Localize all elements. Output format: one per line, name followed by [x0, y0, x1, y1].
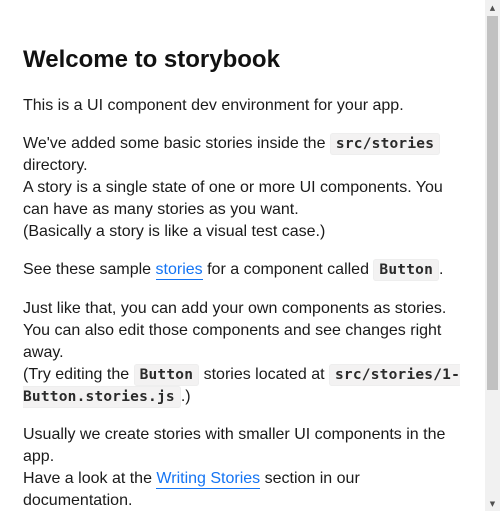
smaller-components-text: Usually we create stories with smaller U… [23, 426, 446, 465]
button-stories-code: Button [133, 364, 200, 386]
stories-location-text: We've added some basic stories inside th… [23, 135, 330, 152]
stories-dir-code: src/stories [329, 133, 441, 155]
add-components-paragraph: Just like that, you can add your own com… [23, 298, 463, 408]
scroll-up-icon[interactable]: ▲ [485, 0, 500, 15]
sample-stories-text: See these sample [23, 261, 156, 278]
visual-test-case-text: (Basically a story is like a visual test… [23, 223, 326, 240]
period-text: . [439, 261, 444, 278]
add-components-text: Just like that, you can add your own com… [23, 300, 447, 317]
story-definition-text: A story is a single state of one or more… [23, 179, 443, 218]
edit-components-text: You can also edit those components and s… [23, 322, 442, 361]
stories-location-paragraph: We've added some basic stories inside th… [23, 133, 463, 243]
sample-stories-paragraph: See these sample stories for a component… [23, 259, 463, 281]
closing-paren-text: .) [180, 388, 191, 405]
button-component-code: Button [373, 259, 440, 281]
stories-link[interactable]: stories [155, 261, 203, 280]
vertical-scrollbar[interactable]: ▲ ▼ [485, 0, 500, 511]
writing-stories-paragraph: Usually we create stories with smaller U… [23, 424, 463, 511]
intro-paragraph: This is a UI component dev environment f… [23, 95, 463, 117]
writing-stories-link[interactable]: Writing Stories [156, 470, 261, 489]
directory-text: directory. [23, 157, 88, 174]
scroll-down-icon[interactable]: ▼ [485, 496, 500, 511]
stories-located-text: stories located at [199, 366, 329, 383]
try-editing-text: (Try editing the [23, 366, 134, 383]
storybook-preview: Welcome to storybook This is a UI compon… [0, 0, 500, 511]
component-called-text: for a component called [202, 261, 374, 278]
scrollbar-thumb[interactable] [487, 16, 498, 390]
page-title: Welcome to storybook [23, 46, 280, 73]
intro-text: This is a UI component dev environment f… [23, 97, 404, 114]
have-a-look-text: Have a look at the [23, 470, 157, 487]
